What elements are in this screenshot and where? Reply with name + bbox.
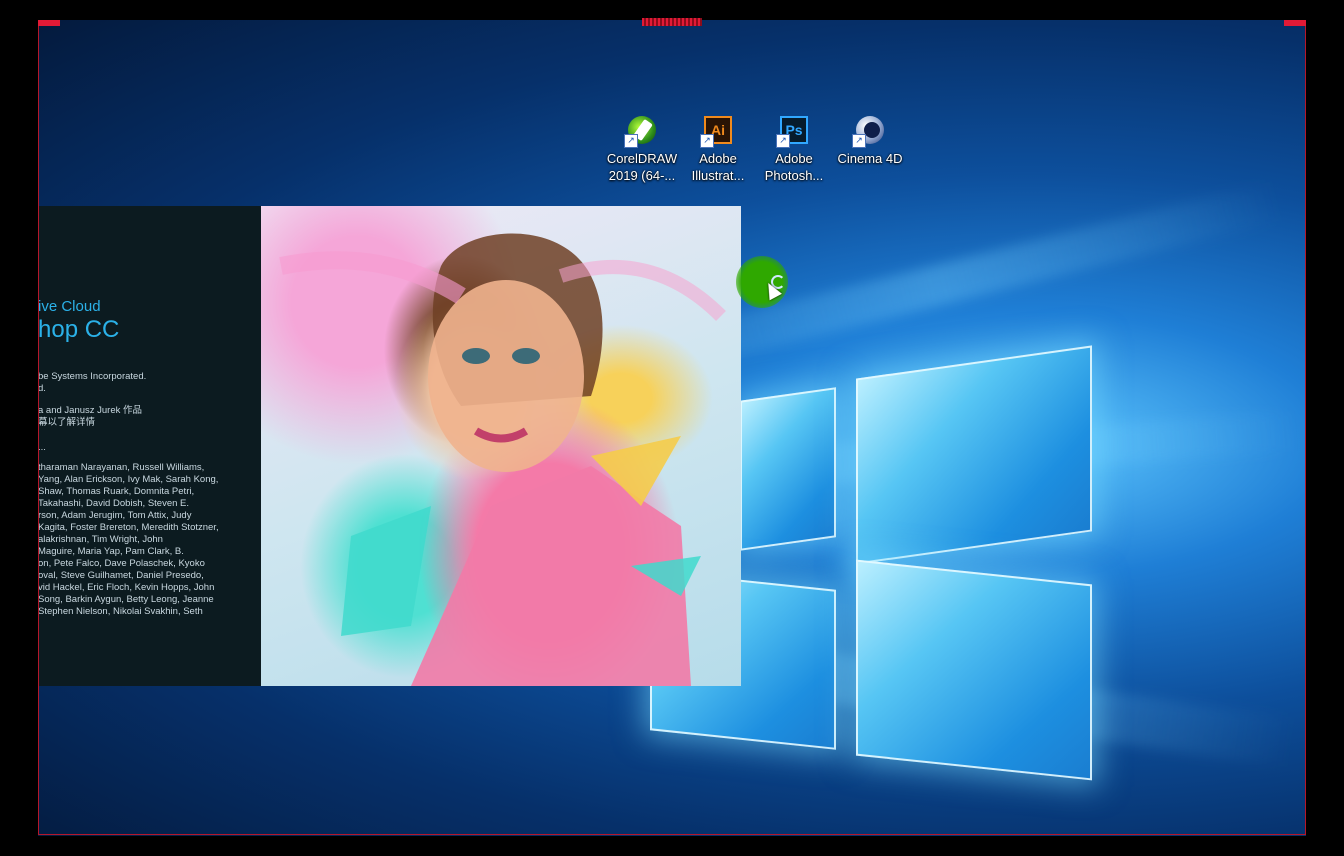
desktop-icon-label: Adobe Illustrat... [691, 151, 745, 183]
splash-info-panel: ive Cloud hop CC be Systems Incorporated… [38, 206, 261, 686]
desktop-icon-illustrator[interactable]: Ai ↗ Adobe Illustrat... [680, 110, 756, 184]
photoshop-splash-screen: ive Cloud hop CC be Systems Incorporated… [38, 206, 741, 686]
credit-line: Stephen Nielson, Nikolai Svakhin, Seth [38, 606, 203, 617]
splash-loading: ... [38, 442, 46, 453]
desktop-icon-label: CorelDRAW 2019 (64-... [606, 151, 678, 183]
desktop-icon-label: Adobe Photosh... [764, 151, 824, 183]
desktop-icon-photoshop[interactable]: Ps ↗ Adobe Photosh... [756, 110, 832, 184]
recording-corner-handle[interactable] [38, 20, 60, 26]
credit-line: on, Pete Falco, Dave Polaschek, Kyoko [38, 558, 205, 569]
cinema4d-icon: ↗ [852, 114, 886, 148]
credit-line: Takahashi, David Dobish, Steven E. [38, 498, 190, 509]
credit-line: vid Hackel, Eric Floch, Kevin Hopps, Joh… [38, 582, 215, 593]
credit-line: Yang, Alan Erickson, Ivy Mak, Sarah Kong… [38, 474, 219, 485]
splash-product-name: hop CC [38, 316, 120, 343]
credit-line: Maguire, Maria Yap, Pam Clark, B. [38, 546, 184, 557]
credit-line: tharaman Narayanan, Russell Williams, [38, 462, 205, 473]
credit-line: rson, Adam Jerugim, Tom Attix, Judy [38, 510, 192, 521]
windows-logo-pane [740, 387, 836, 551]
credit-line: alakrishnan, Tim Wright, John [38, 534, 163, 545]
desktop-icon-label: Cinema 4D [837, 151, 903, 166]
desktop-screen: ↗ CorelDRAW 2019 (64-... Ai ↗ Adobe Illu… [38, 20, 1306, 836]
splash-art-credit: a and Janusz Jurek 作品 [38, 405, 143, 416]
illustrator-icon: Ai ↗ [700, 114, 734, 148]
splash-artwork-image [261, 206, 741, 686]
coreldraw-icon: ↗ [624, 114, 658, 148]
desktop-icon-coreldraw[interactable]: ↗ CorelDRAW 2019 (64-... [604, 110, 680, 184]
recording-top-handle[interactable] [642, 18, 702, 26]
desktop-icons: ↗ CorelDRAW 2019 (64-... Ai ↗ Adobe Illu… [604, 110, 908, 184]
splash-copyright: be Systems Incorporated. [38, 371, 147, 382]
credit-line: Shaw, Thomas Ruark, Domnita Petri, [38, 486, 195, 497]
windows-logo-pane [856, 345, 1092, 565]
recording-corner-handle[interactable] [1284, 20, 1306, 26]
windows-logo-pane [856, 559, 1092, 781]
splash-art-more: 幕以了解详情 [38, 417, 96, 428]
splash-rights: d. [38, 383, 46, 394]
photoshop-icon: Ps ↗ [776, 114, 810, 148]
desktop-icon-cinema4d[interactable]: ↗ Cinema 4D [832, 110, 908, 184]
credit-line: Kagita, Foster Brereton, Meredith Stotzn… [38, 522, 219, 533]
credit-line: Song, Barkin Aygun, Betty Leong, Jeanne [38, 594, 214, 605]
credit-line: oval, Steve Guilhamet, Daniel Presedo, [38, 570, 204, 581]
splash-product-line: ive Cloud [38, 298, 101, 315]
